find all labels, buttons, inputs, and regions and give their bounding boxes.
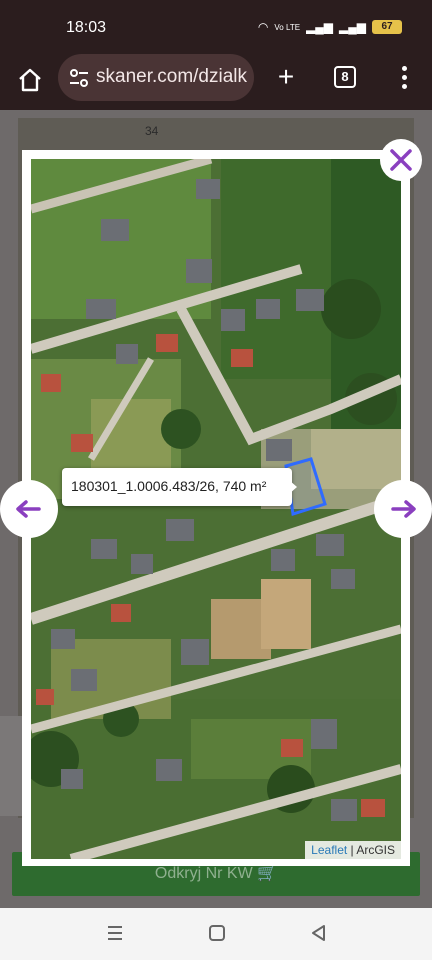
status-time: 18:03 [66, 19, 107, 36]
satellite-imagery [31, 159, 401, 859]
volte-label: Vo LTE [274, 22, 301, 32]
background-parcel-number: 34 [145, 124, 159, 138]
map-attribution: Leaflet | ArcGIS [305, 841, 401, 859]
close-icon [390, 149, 412, 171]
tooltip-pointer [289, 480, 297, 494]
new-tab-button[interactable]: + [272, 63, 300, 91]
parcel-tooltip: 180301_1.0006.483/26, 740 m² [62, 468, 292, 506]
url-text: skaner.com/dzialk [96, 66, 248, 87]
home-icon [19, 68, 41, 92]
tab-switcher-button[interactable]: 8 [334, 66, 356, 88]
arcgis-credit: ArcGIS [356, 843, 395, 857]
arrow-right-icon [391, 500, 416, 518]
previous-image-button[interactable] [0, 480, 58, 538]
next-image-button[interactable] [374, 480, 432, 538]
status-bar: 18:03 ◠ Vo LTE ▂▄▆ ▂▄▆ 67 [0, 0, 432, 54]
close-button[interactable] [380, 139, 422, 181]
home-nav-button[interactable] [206, 922, 228, 944]
browser-toolbar: skaner.com/dzialk + 8 [0, 54, 432, 110]
status-icons: ◠ Vo LTE ▂▄▆ ▂▄▆ 67 [258, 20, 402, 34]
url-bar[interactable]: skaner.com/dzialk [58, 54, 254, 101]
satellite-map[interactable]: Leaflet | ArcGIS [31, 159, 401, 859]
system-nav-bar [0, 908, 432, 960]
recent-apps-icon [108, 926, 122, 940]
battery-icon: 67 [372, 20, 402, 34]
leaflet-link[interactable]: Leaflet [311, 843, 347, 857]
signal-icon: ▂▄▆ [306, 20, 334, 34]
back-icon [312, 925, 325, 941]
arrow-left-icon [16, 500, 41, 518]
site-settings-icon [70, 69, 88, 87]
attribution-separator: | [347, 843, 357, 857]
wifi-icon: ◠ [257, 20, 269, 34]
more-menu-button[interactable] [394, 64, 414, 90]
map-lightbox: Leaflet | ArcGIS [22, 150, 410, 866]
back-nav-button[interactable] [308, 922, 330, 944]
home-nav-icon [209, 925, 225, 941]
home-button[interactable] [14, 64, 46, 96]
recent-apps-button[interactable] [104, 922, 126, 944]
signal-icon-2: ▂▄▆ [339, 20, 366, 34]
